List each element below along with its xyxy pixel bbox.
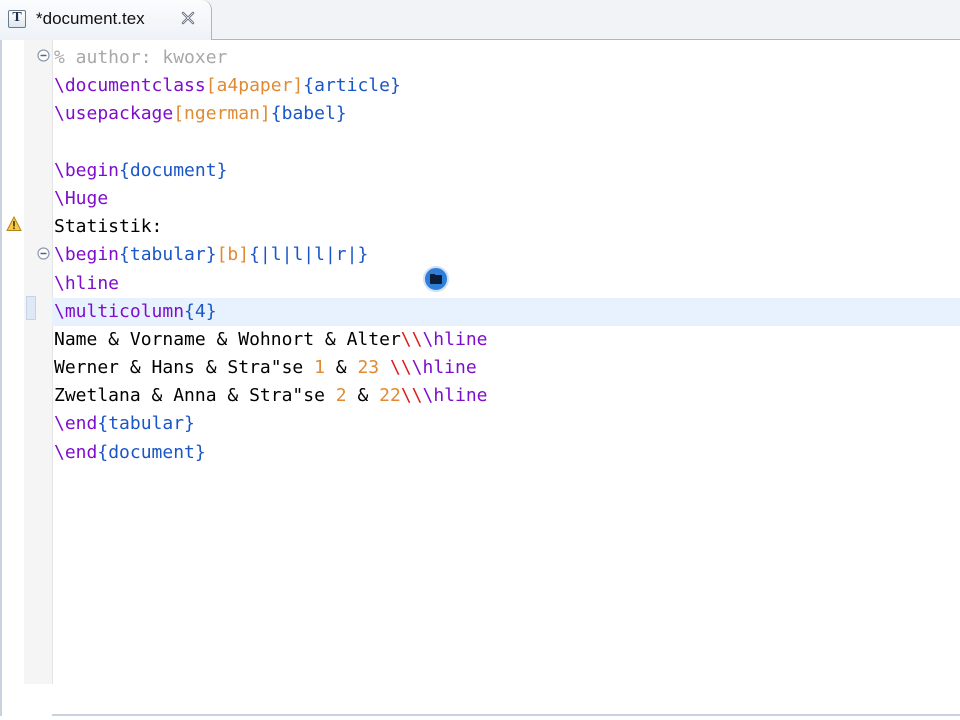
- code-token: [b]: [216, 244, 250, 266]
- code-line[interactable]: Statistik:: [54, 213, 960, 241]
- collapse-icon[interactable]: [37, 247, 50, 260]
- code-token: \hline: [422, 385, 488, 407]
- code-token: \hline: [411, 357, 477, 379]
- code-line[interactable]: \end{document}: [54, 439, 960, 467]
- folding-ruler[interactable]: [24, 40, 53, 684]
- code-token: \multicolumn: [54, 300, 185, 322]
- code-token: &: [324, 357, 358, 379]
- code-token: \end: [54, 441, 98, 463]
- code-token: \begin: [54, 159, 120, 181]
- drag-handle-icon[interactable]: [422, 265, 450, 293]
- code-token: Name & Vorname & Wohnort & Alter: [54, 328, 401, 350]
- code-line[interactable]: \end{tabular}: [54, 410, 960, 438]
- editor-tab-bar: T *document.tex: [0, 0, 960, 40]
- code-token: \hline: [422, 328, 488, 350]
- code-token: {article}: [303, 75, 401, 97]
- code-line[interactable]: \usepackage[ngerman]{babel}: [54, 100, 960, 128]
- code-token: {tabular}: [97, 413, 195, 435]
- code-line[interactable]: \multicolumn{4}: [52, 297, 960, 326]
- tex-editor[interactable]: % author: kwoxer \documentclass[a4paper]{…: [0, 40, 960, 716]
- code-line[interactable]: \documentclass[a4paper]{article}: [54, 72, 960, 100]
- code-line[interactable]: [54, 129, 960, 157]
- code-line[interactable]: \hline: [54, 270, 960, 298]
- code-token: 23: [357, 357, 380, 379]
- code-line[interactable]: % author: kwoxer: [54, 44, 960, 72]
- code-line[interactable]: \begin{document}: [54, 157, 960, 185]
- collapse-icon[interactable]: [37, 49, 50, 62]
- code-token: \end: [54, 413, 98, 435]
- ruler-footer: [2, 684, 52, 716]
- code-token: {babel}: [270, 103, 347, 125]
- code-token: \documentclass: [54, 75, 206, 97]
- tab-title: *document.tex: [36, 9, 145, 28]
- code-token: \\: [400, 328, 423, 350]
- code-token: {|l|l|l|r|}: [249, 244, 369, 266]
- code-line[interactable]: \begin{tabular}[b]{|l|l|l|r|}: [54, 241, 960, 269]
- code-token: [a4paper]: [205, 75, 304, 97]
- code-token: [ngerman]: [173, 103, 271, 125]
- code-token: 22: [379, 385, 401, 407]
- warning-icon[interactable]: [6, 216, 22, 232]
- code-token: Zwetlana & Anna & Stra"se: [54, 385, 336, 407]
- code-token: {tabular}: [119, 244, 217, 266]
- current-line-marker: [26, 296, 36, 320]
- code-token: \\: [389, 357, 412, 379]
- close-icon[interactable]: [178, 8, 198, 28]
- annotation-ruler[interactable]: [2, 40, 25, 684]
- code-token: 2: [335, 385, 347, 407]
- code-token: Werner & Hans & Stra"se: [54, 357, 315, 379]
- tex-file-icon: T: [8, 10, 26, 28]
- code-token: % author: kwoxer: [54, 47, 228, 68]
- code-line[interactable]: Name & Vorname & Wohnort & Alter\\\hline: [54, 326, 960, 354]
- code-token: \hline: [54, 272, 120, 294]
- code-token: 1: [314, 357, 325, 379]
- code-token: \begin: [54, 244, 120, 266]
- tab-document-tex[interactable]: T *document.tex: [0, 0, 212, 40]
- code-area[interactable]: % author: kwoxer \documentclass[a4paper]{…: [52, 44, 960, 467]
- code-token: {document}: [97, 441, 206, 463]
- code-token: Statistik:: [54, 216, 163, 238]
- code-token: \Huge: [54, 187, 109, 209]
- code-token: \usepackage: [54, 103, 174, 125]
- code-line[interactable]: Zwetlana & Anna & Stra"se 2 & 22\\\hline: [54, 382, 960, 410]
- code-token: \\: [400, 385, 423, 407]
- code-line[interactable]: \Huge: [54, 185, 960, 213]
- code-token: {4}: [184, 300, 217, 322]
- code-token: {document}: [119, 159, 228, 181]
- code-token: &: [346, 385, 380, 407]
- code-line[interactable]: Werner & Hans & Stra"se 1 & 23 \\\hline: [54, 354, 960, 382]
